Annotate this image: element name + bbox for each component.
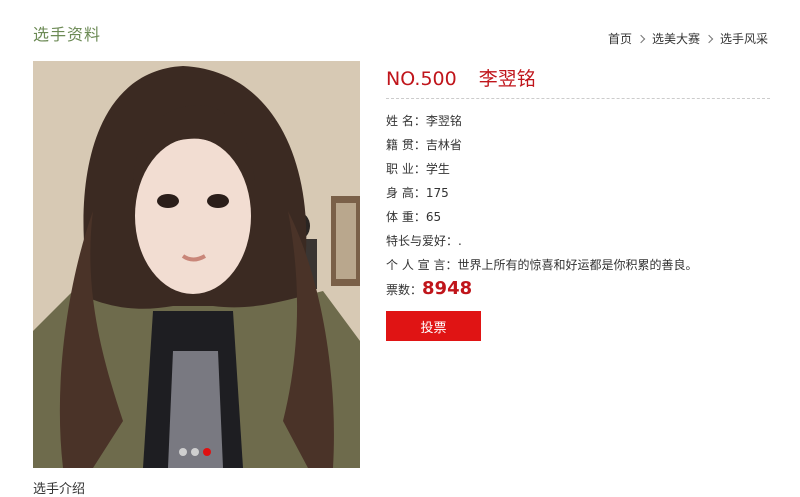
page-title: 选手资料 xyxy=(33,25,102,44)
breadcrumb-home[interactable]: 首页 xyxy=(608,30,632,47)
info-value: . xyxy=(458,234,462,248)
breadcrumb-contest[interactable]: 选美大赛 xyxy=(652,30,700,47)
info-row-occupation: 职 业：学生 xyxy=(386,157,770,181)
votes-row: 票数：8948 xyxy=(386,278,770,299)
info-value: 李翌铭 xyxy=(425,114,462,128)
carousel-dot[interactable] xyxy=(191,448,199,456)
chevron-right-icon xyxy=(704,34,714,43)
carousel-dot-active[interactable] xyxy=(203,448,211,456)
info-row-weight: 体 重：65 xyxy=(386,205,770,229)
info-label: 职 业： xyxy=(386,162,426,176)
info-value: 175 xyxy=(425,186,449,200)
photo-image xyxy=(33,61,360,468)
info-value: 吉林省 xyxy=(425,138,462,152)
info-value: 世界上所有的惊喜和好运都是你积累的善良。 xyxy=(457,258,698,272)
votes-count: 8948 xyxy=(422,278,473,299)
info-label: 特长与爱好： xyxy=(386,234,459,248)
info-label: 籍 贯： xyxy=(386,138,426,152)
carousel-dot[interactable] xyxy=(179,448,187,456)
votes-label: 票数： xyxy=(386,283,423,297)
info-row-name: 姓 名：李翌铭 xyxy=(386,109,770,133)
contestant-name: 李翌铭 xyxy=(478,68,536,90)
info-row-hobbies: 特长与爱好：. xyxy=(386,229,770,253)
carousel-indicators xyxy=(179,448,211,456)
info-label: 姓 名： xyxy=(386,114,426,128)
info-row-hometown: 籍 贯：吉林省 xyxy=(386,133,770,157)
info-value: 学生 xyxy=(425,162,450,176)
contestant-photo[interactable] xyxy=(33,61,360,468)
contestant-info: 姓 名：李翌铭 籍 贯：吉林省 职 业：学生 身 高：175 体 重：65 特长… xyxy=(386,109,770,277)
section-label: 选手介绍 xyxy=(33,482,86,497)
info-label: 个 人 宣 言： xyxy=(386,258,458,272)
contestant-number: NO.500 xyxy=(386,68,457,90)
breadcrumb-contestants[interactable]: 选手风采 xyxy=(720,30,768,47)
vote-button[interactable]: 投票 xyxy=(386,311,481,341)
info-value: 65 xyxy=(425,210,442,224)
info-label: 体 重： xyxy=(386,210,426,224)
chevron-right-icon xyxy=(636,34,646,43)
info-label: 身 高： xyxy=(386,186,426,200)
breadcrumb: 首页 选美大赛 选手风采 xyxy=(608,30,768,47)
info-row-height: 身 高：175 xyxy=(386,181,770,205)
info-row-motto: 个 人 宣 言：世界上所有的惊喜和好运都是你积累的善良。 xyxy=(386,253,770,277)
contestant-profile: NO.500 李翌铭 姓 名：李翌铭 籍 贯：吉林省 职 业：学生 身 高：17… xyxy=(386,66,770,341)
contestant-heading: NO.500 李翌铭 xyxy=(386,66,770,99)
